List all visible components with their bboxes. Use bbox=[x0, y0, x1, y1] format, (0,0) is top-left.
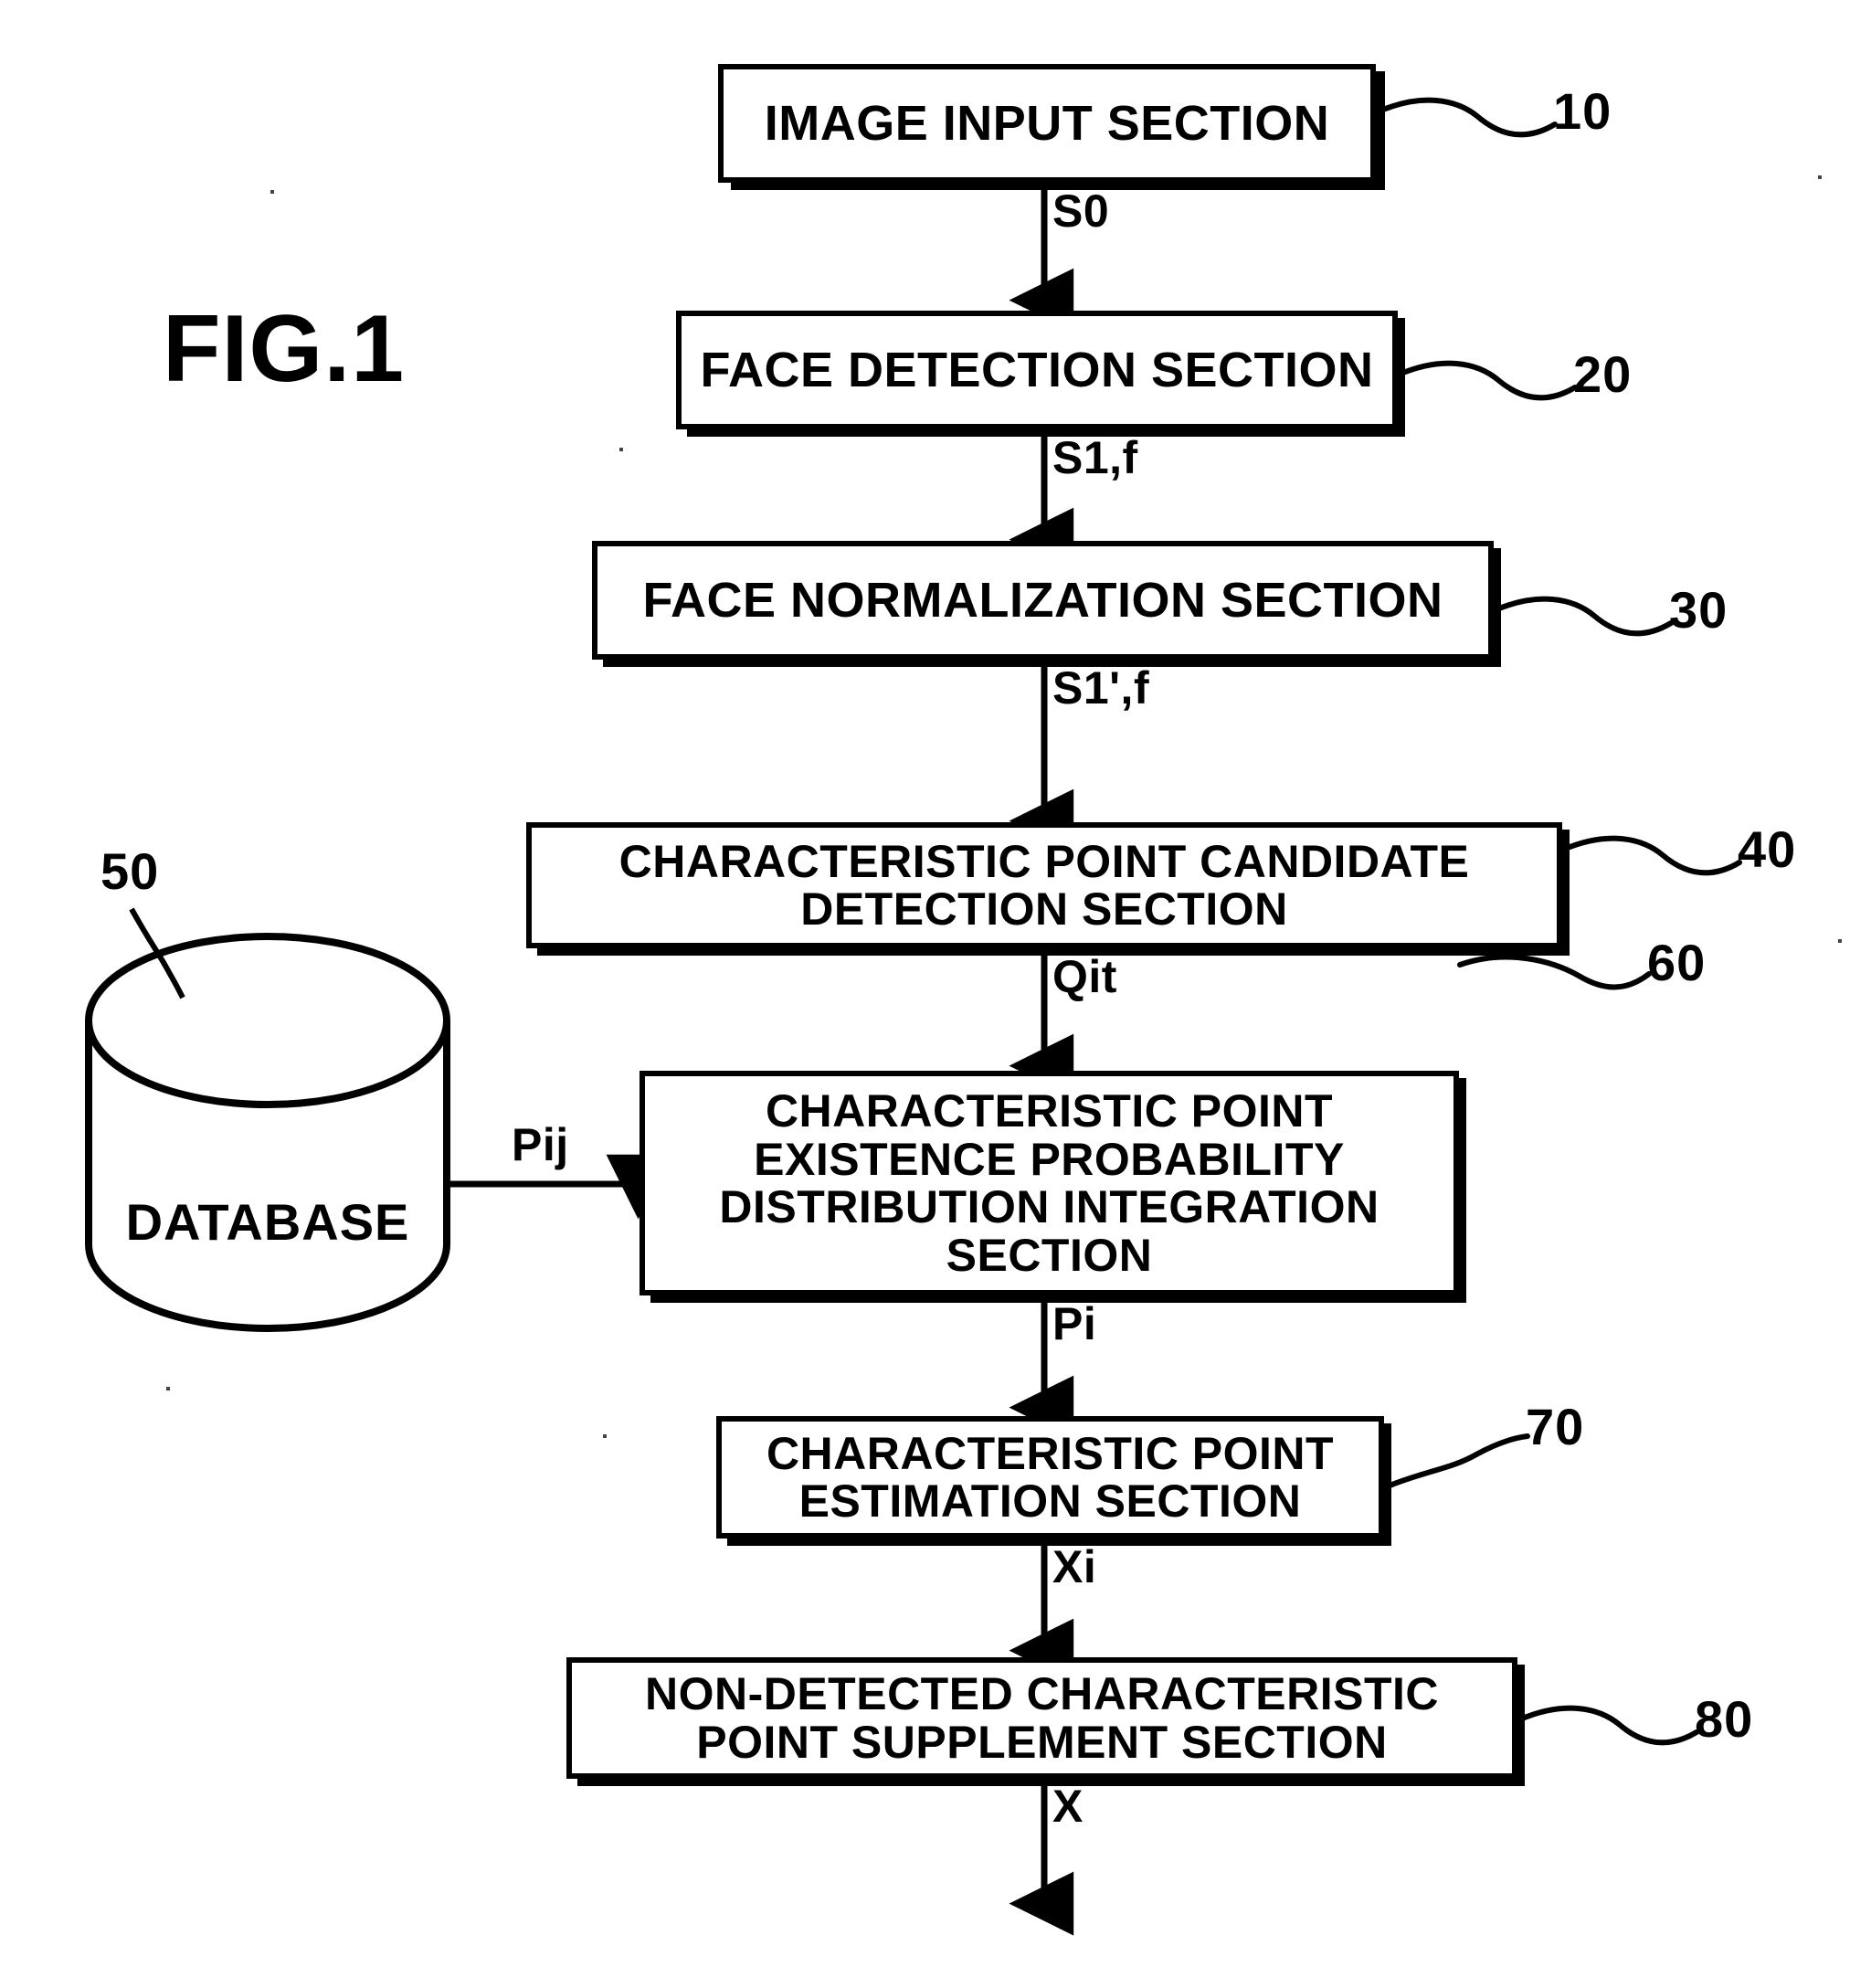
ref-number-30: 30 bbox=[1669, 581, 1728, 639]
signal-label-s1pf: S1',f bbox=[1052, 662, 1150, 714]
leader-line-20 bbox=[1396, 360, 1578, 401]
ref-number-80: 80 bbox=[1695, 1690, 1754, 1748]
characteristic-point-candidate-detection-section-label: CHARACTERISTIC POINT CANDIDATE DETECTION… bbox=[618, 835, 1470, 935]
characteristic-point-candidate-detection-section[interactable]: CHARACTERISTIC POINT CANDIDATE DETECTION… bbox=[526, 822, 1562, 948]
non-detected-characteristic-point-supplement-section-label: NON-DETECTED CHARACTERISTIC POINT SUPPLE… bbox=[644, 1668, 1440, 1768]
ref-number-10: 10 bbox=[1553, 82, 1612, 140]
scan-speck bbox=[1818, 175, 1822, 179]
leader-line-30 bbox=[1492, 596, 1674, 637]
face-detection-section-label: FACE DETECTION SECTION bbox=[700, 342, 1374, 397]
face-normalization-section[interactable]: FACE NORMALIZATION SECTION bbox=[592, 541, 1494, 660]
signal-label-s0: S0 bbox=[1052, 185, 1110, 237]
image-input-section[interactable]: IMAGE INPUT SECTION bbox=[718, 64, 1376, 183]
signal-label-xi: Xi bbox=[1052, 1541, 1097, 1592]
signal-label-s1f: S1,f bbox=[1052, 432, 1138, 483]
leader-line-40 bbox=[1560, 835, 1742, 876]
leader-line-60 bbox=[1457, 954, 1652, 990]
characteristic-point-estimation-section-label: CHARACTERISTIC POINT ESTIMATION SECTION bbox=[766, 1427, 1335, 1527]
scan-speck bbox=[270, 190, 274, 194]
signal-label-pi: Pi bbox=[1052, 1298, 1097, 1349]
leader-line-70 bbox=[1382, 1433, 1530, 1490]
ref-number-50: 50 bbox=[100, 842, 160, 900]
non-detected-characteristic-point-supplement-section[interactable]: NON-DETECTED CHARACTERISTIC POINT SUPPLE… bbox=[566, 1657, 1517, 1779]
signal-label-qit: Qit bbox=[1052, 951, 1117, 1002]
scan-speck bbox=[166, 1387, 170, 1391]
scan-speck bbox=[1838, 939, 1842, 943]
characteristic-point-estimation-section[interactable]: CHARACTERISTIC POINT ESTIMATION SECTION bbox=[716, 1416, 1384, 1539]
face-normalization-section-label: FACE NORMALIZATION SECTION bbox=[642, 572, 1443, 628]
scan-speck bbox=[619, 448, 623, 451]
leader-line-10 bbox=[1376, 97, 1558, 138]
ref-number-40: 40 bbox=[1738, 820, 1797, 878]
figure-title: FIG.1 bbox=[163, 296, 406, 402]
leader-line-80 bbox=[1517, 1705, 1699, 1746]
signal-label-x: X bbox=[1052, 1781, 1083, 1832]
database-cylinder bbox=[85, 933, 450, 1332]
image-input-section-label: IMAGE INPUT SECTION bbox=[764, 95, 1330, 151]
ref-number-20: 20 bbox=[1573, 345, 1633, 403]
ref-number-60: 60 bbox=[1647, 934, 1707, 991]
characteristic-point-existence-probability-distribution-integration-section[interactable]: CHARACTERISTIC POINT EXISTENCE PROBABILI… bbox=[640, 1071, 1459, 1295]
face-detection-section[interactable]: FACE DETECTION SECTION bbox=[676, 311, 1398, 429]
database-label: DATABASE bbox=[125, 1193, 410, 1251]
ref-number-70: 70 bbox=[1526, 1398, 1585, 1455]
leader-line-50 bbox=[129, 907, 185, 999]
scan-speck bbox=[603, 1434, 607, 1438]
signal-label-pij: Pij bbox=[512, 1119, 569, 1170]
figure-canvas: IMAGE INPUT SECTION FACE DETECTION SECTI… bbox=[0, 0, 1871, 1988]
characteristic-point-existence-probability-distribution-integration-section-label: CHARACTERISTIC POINT EXISTENCE PROBABILI… bbox=[719, 1085, 1379, 1281]
